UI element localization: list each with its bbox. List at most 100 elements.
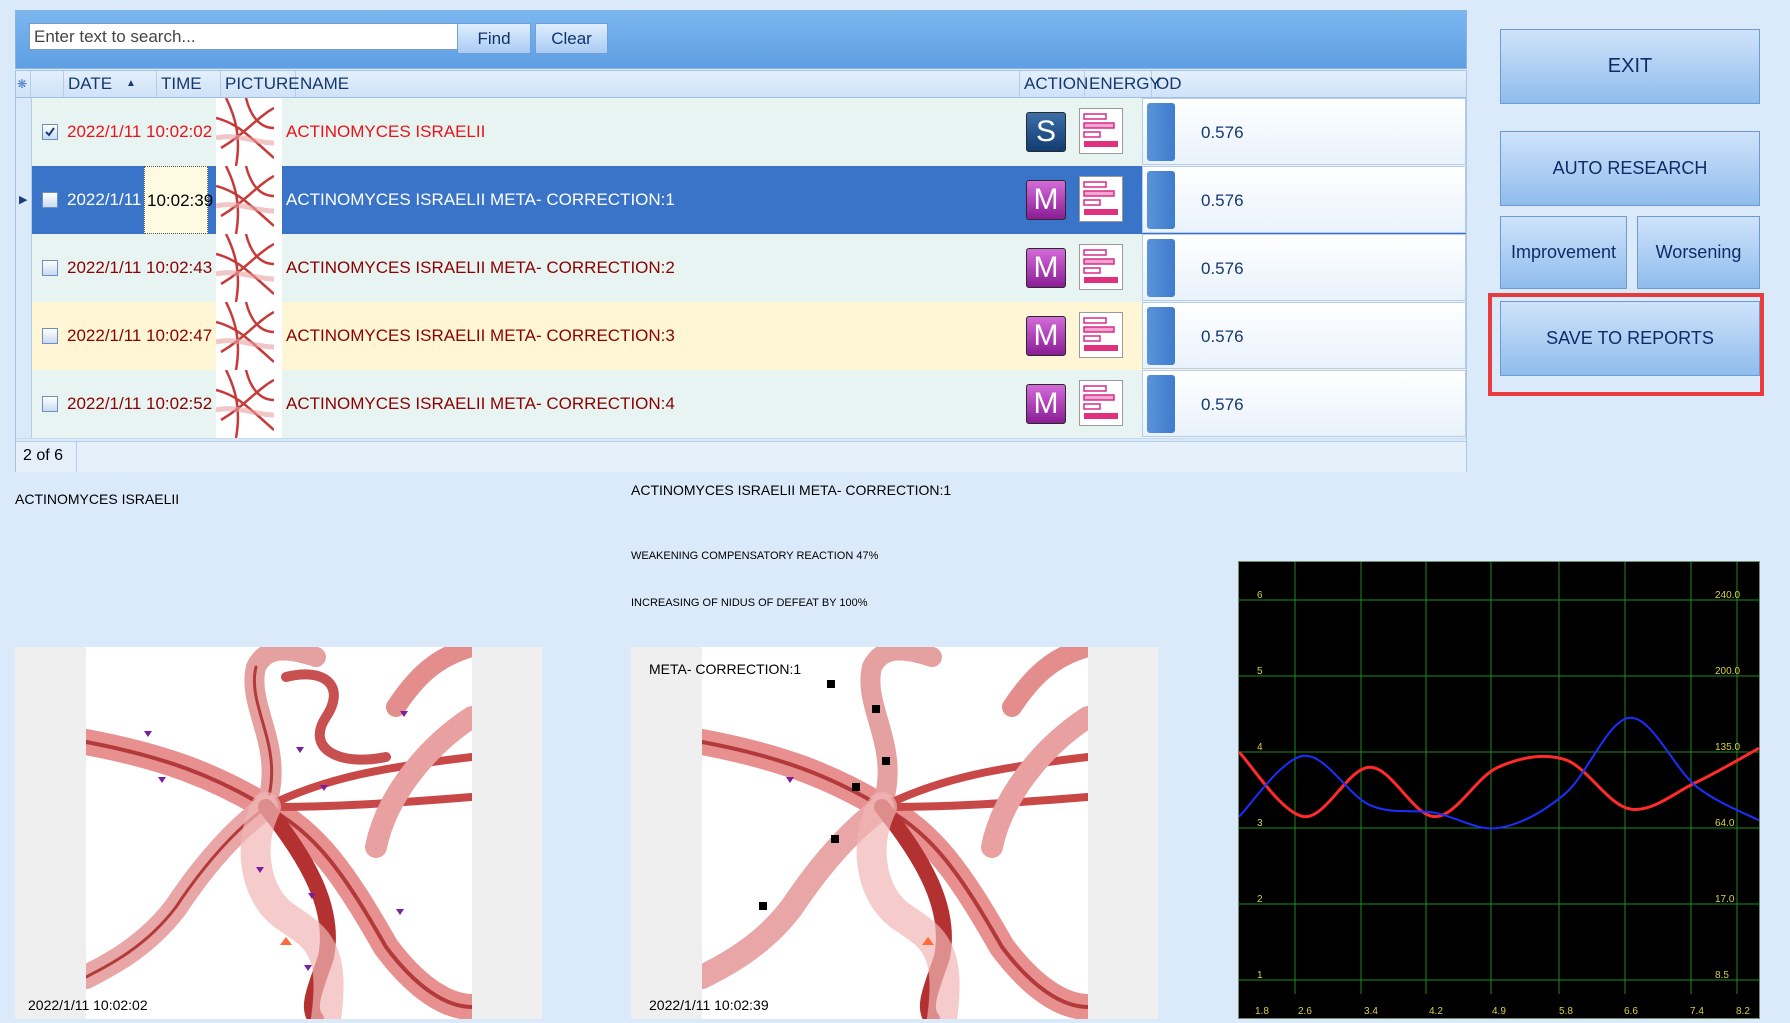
row-indicator[interactable] — [16, 370, 32, 438]
grid-header: ❋ DATE ▲ TIME PICTURE NAME ACTION ENERGY … — [16, 71, 1466, 98]
grid-rows: 2022/1/11 10:02:02 ACTINOMYCES ISRAELII S 0.… — [16, 98, 1466, 441]
row-od-cell: 0.576 — [1142, 166, 1466, 233]
chart-y-tick-left: 1 — [1257, 970, 1263, 981]
chart-y-tick-left: 5 — [1257, 666, 1263, 677]
row-od-value: 0.576 — [1201, 259, 1244, 278]
chart-x-tick: 8.2 — [1736, 1006, 1750, 1017]
header-time[interactable]: TIME — [157, 71, 221, 97]
column-settings-icon[interactable]: ❋ — [16, 71, 31, 97]
row-energy-icon[interactable] — [1079, 244, 1123, 290]
row-time: 10:02:39 — [144, 166, 213, 234]
chart-y-tick-left: 4 — [1257, 742, 1263, 753]
header-action[interactable]: ACTION — [1020, 71, 1088, 97]
worsening-button[interactable]: Worsening — [1637, 216, 1760, 289]
search-input[interactable] — [29, 23, 513, 50]
chart-y-tick-right: 135.0 — [1715, 742, 1740, 753]
row-time: 10:02:52 — [146, 394, 213, 413]
row-name: ACTINOMYCES ISRAELII META- CORRECTION:2 — [286, 258, 675, 277]
row-picture-thumbnail — [216, 302, 282, 370]
sort-ascending-icon: ▲ — [126, 78, 136, 89]
row-indicator[interactable] — [16, 98, 32, 166]
row-od-bar — [1147, 103, 1175, 161]
pager-divider — [76, 442, 77, 472]
mid-image-panel: META- CORRECTION:1 2022/1/11 10:02:39 — [631, 647, 1158, 1019]
header-energy[interactable]: ENERGY — [1085, 71, 1161, 97]
chart-x-tick: 2.6 — [1298, 1006, 1312, 1017]
row-od-bar — [1147, 239, 1175, 297]
row-od-cell: 0.576 — [1142, 370, 1466, 437]
tissue-image-mid — [702, 647, 1088, 1019]
row-action-button[interactable]: M — [1026, 316, 1066, 356]
search-toolbar: Find Clear — [15, 10, 1467, 69]
mid-image-timestamp: 2022/1/11 10:02:39 — [649, 997, 769, 1013]
row-energy-icon[interactable] — [1079, 108, 1123, 154]
chart-x-tick: 1.8 — [1255, 1006, 1269, 1017]
row-checkbox[interactable] — [42, 124, 58, 140]
chart-x-tick: 6.6 — [1624, 1006, 1638, 1017]
row-od-value: 0.576 — [1201, 395, 1244, 414]
row-picture-thumbnail — [216, 166, 282, 234]
chart-x-tick: 7.4 — [1690, 1006, 1704, 1017]
row-od-bar — [1147, 171, 1175, 229]
row-od-cell: 0.576 — [1142, 234, 1466, 301]
header-name[interactable]: NAME — [296, 71, 1020, 97]
chart-x-tick: 5.8 — [1559, 1006, 1573, 1017]
improvement-button[interactable]: Improvement — [1500, 216, 1627, 289]
chart-y-tick-left: 3 — [1257, 818, 1263, 829]
header-picture[interactable]: PICTURE — [221, 71, 300, 97]
row-checkbox[interactable] — [42, 260, 58, 276]
mid-panel-note-weakening: WEAKENING COMPENSATORY REACTION 47% — [631, 550, 879, 562]
row-name: ACTINOMYCES ISRAELII META- CORRECTION:1 — [286, 190, 675, 209]
highlight-frame — [1488, 293, 1764, 396]
header-od[interactable]: OD — [1152, 71, 1466, 97]
row-name: ACTINOMYCES ISRAELII META- CORRECTION:3 — [286, 326, 675, 345]
clear-button[interactable]: Clear — [535, 23, 608, 54]
row-picture-thumbnail — [216, 98, 282, 166]
row-indicator[interactable] — [16, 302, 32, 370]
row-indicator[interactable] — [16, 234, 32, 302]
row-energy-icon[interactable] — [1079, 312, 1123, 358]
table-row[interactable]: 2022/1/11 10:02:02 ACTINOMYCES ISRAELII S 0.… — [16, 98, 1466, 167]
pager: 2 of 6 — [16, 441, 1466, 472]
row-energy-icon[interactable] — [1079, 176, 1123, 222]
mid-image-overlay-label: META- CORRECTION:1 — [649, 661, 802, 677]
header-check[interactable] — [31, 71, 64, 97]
header-date[interactable]: DATE ▲ — [64, 71, 157, 97]
header-date-label: DATE — [68, 74, 113, 93]
auto-research-button[interactable]: AUTO RESEARCH — [1500, 131, 1760, 206]
left-panel-title: ACTINOMYCES ISRAELII — [15, 491, 180, 507]
check-icon — [45, 127, 55, 137]
row-action-button[interactable]: S — [1026, 112, 1066, 152]
chart-x-tick: 4.9 — [1492, 1006, 1506, 1017]
row-action-button[interactable]: M — [1026, 384, 1066, 424]
table-row[interactable]: 2022/1/11 10:02:43 ACTINOMYCES ISRAELII ME… — [16, 234, 1466, 303]
row-indicator[interactable]: ▶ — [16, 166, 32, 234]
chart-y-tick-left: 2 — [1257, 894, 1263, 905]
chart-y-tick-right: 240.0 — [1715, 590, 1740, 601]
energy-chart-svg: 1 2 3 4 5 6 8.5 17.0 64.0 135.0 200.0 240.0 1.8 2.6 3.… — [1237, 562, 1760, 1017]
left-image-panel: 2022/1/11 10:02:02 — [15, 647, 542, 1019]
row-checkbox[interactable] — [42, 328, 58, 344]
table-row[interactable]: 2022/1/11 10:02:52 ACTINOMYCES ISRAELII ME… — [16, 370, 1466, 439]
row-checkbox[interactable] — [42, 192, 58, 208]
chart-x-tick: 4.2 — [1429, 1006, 1443, 1017]
chart-y-tick-right: 17.0 — [1715, 894, 1735, 905]
row-time: 10:02:47 — [146, 326, 213, 345]
results-grid: ❋ DATE ▲ TIME PICTURE NAME ACTION ENERGY … — [15, 70, 1467, 472]
row-checkbox[interactable] — [42, 396, 58, 412]
row-action-button[interactable]: M — [1026, 248, 1066, 288]
row-action-button[interactable]: M — [1026, 180, 1066, 220]
exit-button[interactable]: EXIT — [1500, 29, 1760, 104]
row-od-cell: 0.576 — [1142, 302, 1466, 369]
row-time: 10:02:43 — [146, 258, 213, 277]
pager-label: 2 of 6 — [23, 447, 64, 464]
find-button[interactable]: Find — [457, 23, 531, 54]
tissue-image-left-svg — [86, 647, 472, 1019]
chart-y-tick-right: 8.5 — [1715, 970, 1729, 981]
row-time: 10:02:02 — [146, 122, 213, 141]
table-row[interactable]: ▶ 2022/1/11 10:02:39 ACTINOMYCES ISRAELII M… — [16, 166, 1466, 235]
left-image-timestamp: 2022/1/11 10:02:02 — [28, 997, 148, 1013]
row-energy-icon[interactable] — [1079, 380, 1123, 426]
row-od-bar — [1147, 307, 1175, 365]
table-row[interactable]: 2022/1/11 10:02:47 ACTINOMYCES ISRAELII ME… — [16, 302, 1466, 371]
